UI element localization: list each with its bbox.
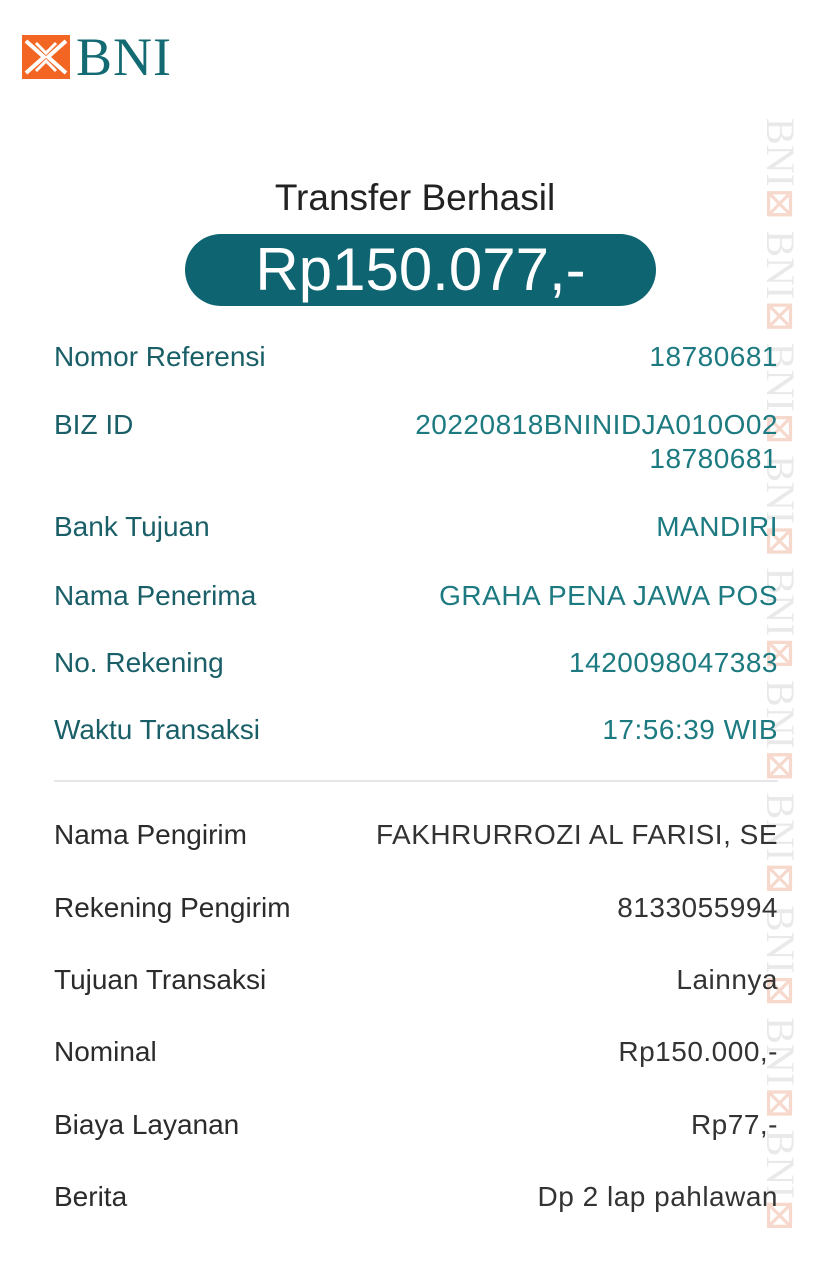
bni-logo: BNI (22, 27, 172, 87)
watermark-mark-icon: ⊠ (758, 299, 803, 333)
sender-row-nominal: Nominal Rp150.000,- (54, 1035, 778, 1069)
detail-label: Nomor Referensi (54, 341, 266, 372)
detail-label: Tujuan Transaksi (54, 964, 267, 995)
detail-value: Dp 2 lap pahlawan (537, 1181, 778, 1212)
detail-label: Berita (54, 1181, 128, 1212)
detail-value: Rp150.000,- (618, 1036, 778, 1067)
page-title: Transfer Berhasil (274, 177, 556, 218)
detail-value: GRAHA PENA JAWA POS (439, 580, 778, 611)
detail-row-recipient-name: Nama Penerima GRAHA PENA JAWA POS (54, 579, 778, 613)
bni-logo-mark-icon (22, 35, 70, 79)
detail-value: 1420098047383 (569, 647, 778, 678)
detail-label: Nama Penerima (54, 580, 257, 611)
detail-label: Nama Pengirim (54, 819, 247, 850)
sender-row-message: Berita Dp 2 lap pahlawan (54, 1180, 778, 1214)
transfer-amount-badge: Rp150.077,- (185, 234, 656, 306)
detail-value: 20220818BNINIDJA010O02 18780681 (415, 408, 778, 476)
detail-row-destination-bank: Bank Tujuan MANDIRI (54, 510, 778, 544)
watermark-mark-icon: ⊠ (758, 861, 803, 895)
detail-label: Biaya Layanan (54, 1109, 240, 1140)
detail-label: BIZ ID (54, 409, 134, 440)
detail-row-reference: Nomor Referensi 18780681 (54, 340, 778, 374)
detail-row-transaction-time: Waktu Transaksi 17:56:39 WIB (54, 713, 778, 747)
bni-watermark: BNI⊠ BNI⊠ BNI⊠ BNI⊠ BNI⊠ BNI⊠ BNI⊠ BNI⊠ … (752, 118, 808, 1268)
sender-row-purpose: Tujuan Transaksi Lainnya (54, 963, 778, 997)
sender-row-service-fee: Biaya Layanan Rp77,- (54, 1108, 778, 1142)
watermark-text: BNI (758, 230, 803, 300)
detail-row-account-number: No. Rekening 1420098047383 (54, 646, 778, 680)
detail-value: Lainnya (676, 964, 778, 995)
detail-value: MANDIRI (656, 511, 778, 542)
sender-row-account: Rekening Pengirim 8133055994 (54, 891, 778, 925)
detail-label: No. Rekening (54, 647, 224, 678)
detail-value: 17:56:39 WIB (602, 714, 778, 745)
watermark-mark-icon: ⊠ (758, 748, 803, 783)
biz-id-line-2: 18780681 (649, 443, 778, 474)
detail-value: FAKHRURROZI AL FARISI, SE (376, 819, 778, 850)
detail-value: Rp77,- (690, 1109, 778, 1140)
detail-row-biz-id: BIZ ID 20220818BNINIDJA010O02 18780681 (54, 408, 778, 476)
detail-value: 18780681 (649, 341, 778, 372)
detail-label: Waktu Transaksi (54, 714, 260, 745)
biz-id-line-1: 20220818BNINIDJA010O02 (415, 409, 778, 440)
detail-value: 8133055994 (617, 892, 778, 923)
section-divider (54, 780, 778, 782)
bni-logo-text: BNI (76, 27, 172, 87)
detail-label: Rekening Pengirim (54, 892, 291, 923)
detail-label: Bank Tujuan (54, 511, 210, 542)
sender-row-name: Nama Pengirim FAKHRURROZI AL FARISI, SE (54, 818, 778, 852)
detail-label: Nominal (54, 1036, 157, 1067)
